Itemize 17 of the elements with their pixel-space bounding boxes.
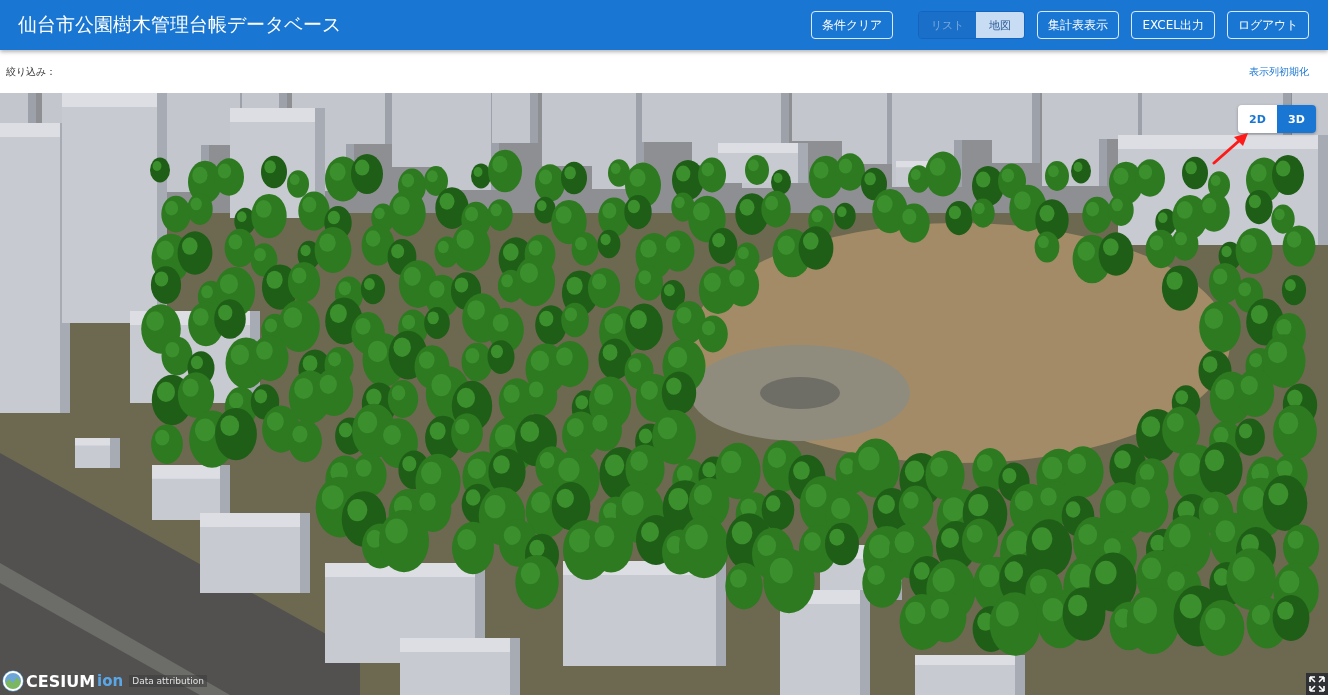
header-button[interactable]: 条件クリア (811, 11, 894, 39)
mountain-logo-icon (2, 670, 24, 692)
header-button[interactable]: 集計表表示 (1037, 11, 1120, 39)
logo-wordmark: CESIUM (26, 671, 96, 691)
map-mode-button[interactable]: 2D (1238, 105, 1277, 133)
fullscreen-button[interactable] (1306, 673, 1328, 695)
reset-columns-link[interactable]: 表示列初期化 (1249, 64, 1309, 79)
header-button[interactable]: EXCEL出力 (1131, 11, 1215, 39)
pointer-arrow (1212, 131, 1250, 165)
view-tab[interactable]: 地図 (976, 12, 1025, 38)
data-attribution-link[interactable]: Data attribution (129, 675, 207, 687)
app-title: 仙台市公園樹木管理台帳データベース (18, 12, 341, 37)
fullscreen-icon (1309, 676, 1325, 692)
header-button[interactable]: ログアウト (1227, 11, 1309, 39)
map-mode-button[interactable]: 3D (1277, 105, 1316, 133)
logo-suffix: ion (97, 672, 124, 690)
filter-label: 絞り込み： (6, 64, 56, 79)
